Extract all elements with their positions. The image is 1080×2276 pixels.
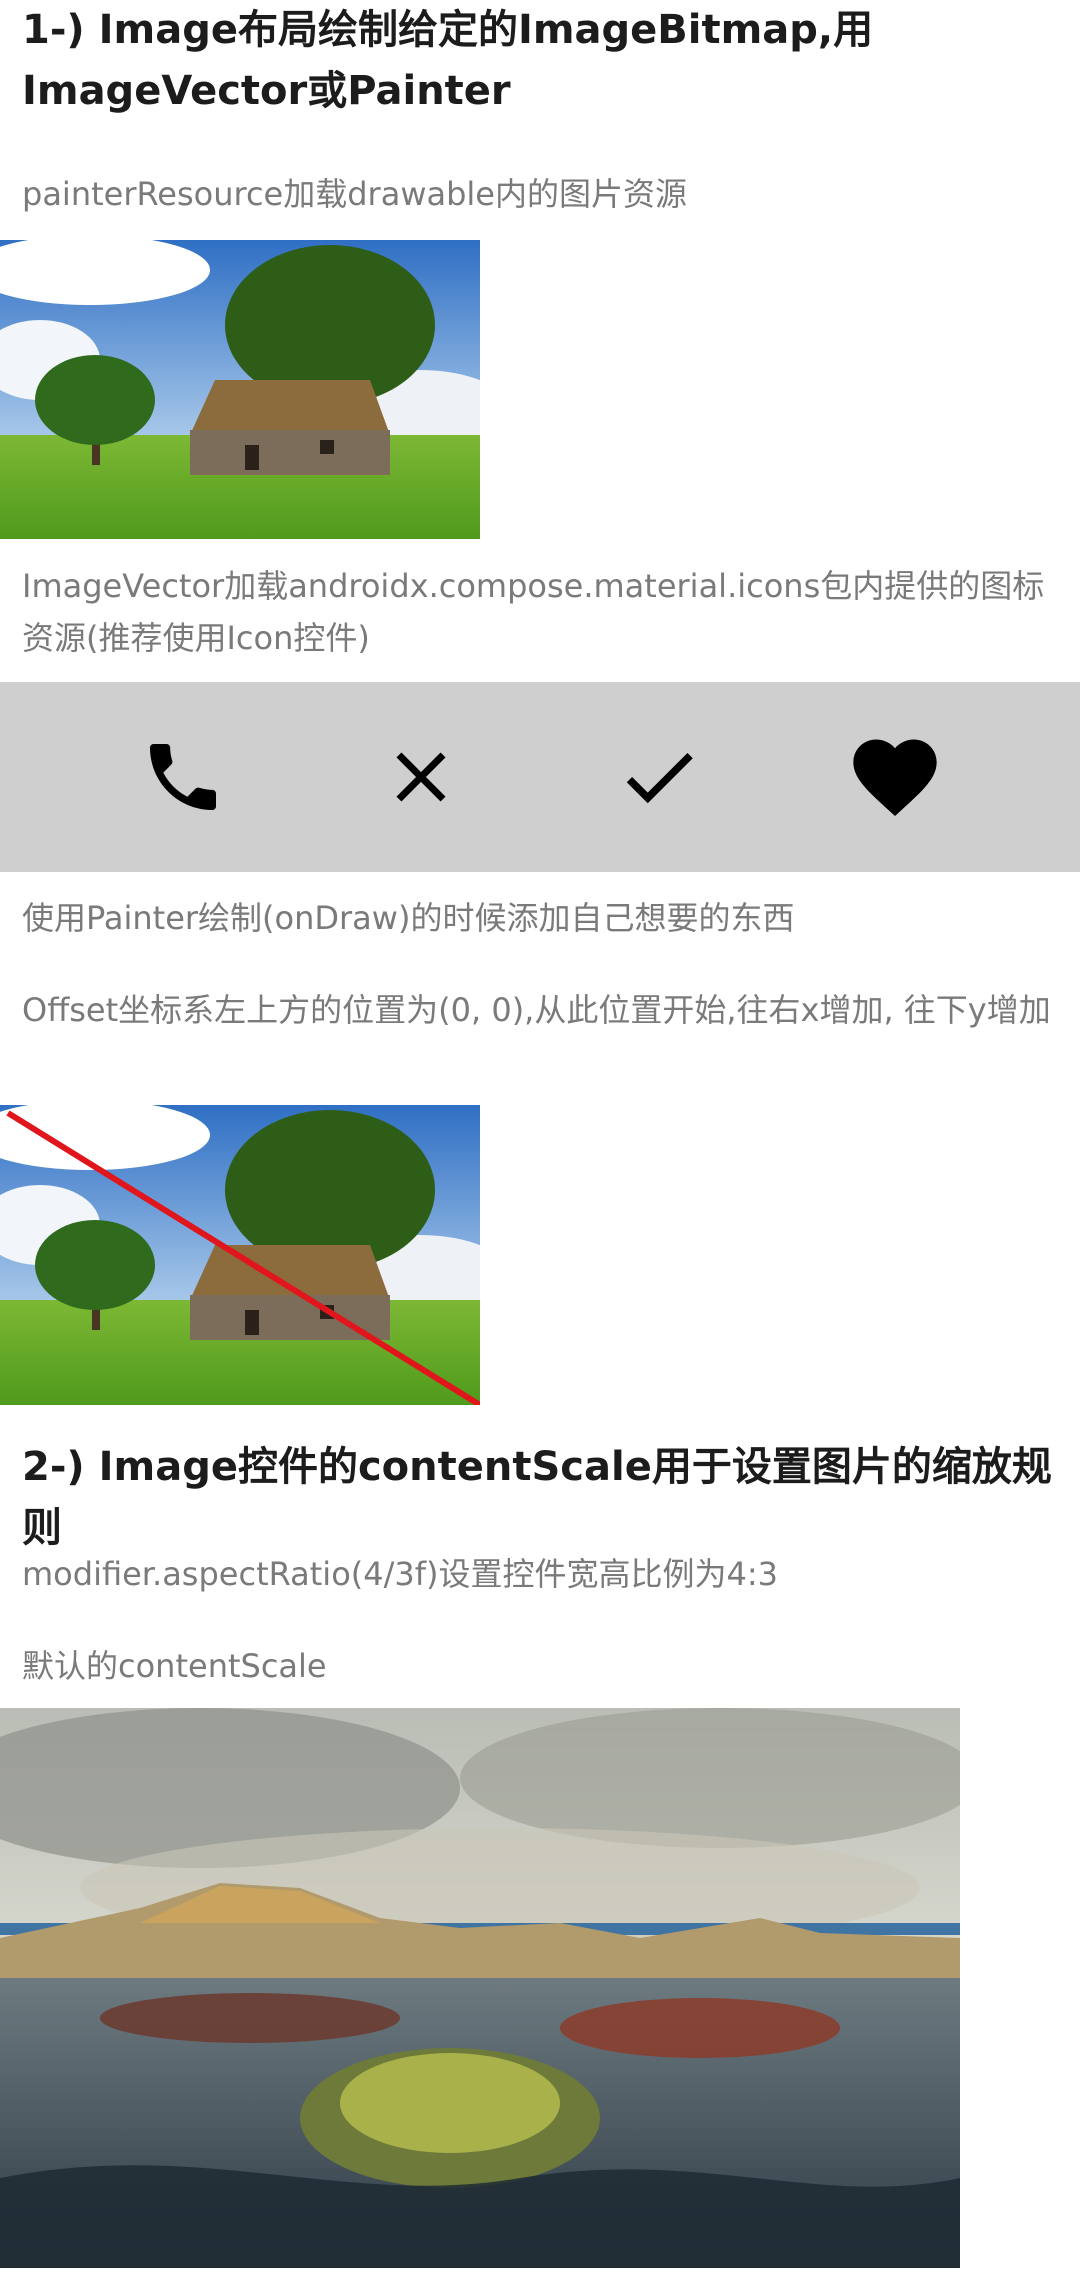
- check-icon: [609, 727, 709, 827]
- section1-number: 1-): [22, 7, 85, 53]
- offset-desc: Offset坐标系左上方的位置为(0, 0),从此位置开始,往右x增加, 往下y…: [22, 991, 1051, 1029]
- default-content-scale-desc: 默认的contentScale: [22, 1647, 327, 1685]
- heart-icon: [845, 727, 945, 827]
- section2-heading: 2-) Image控件的contentScale用于设置图片的缩放规则: [22, 1437, 1058, 1559]
- phone-icon: [133, 727, 233, 827]
- painter-resource-desc: painterResource加载drawable内的图片资源: [22, 175, 687, 213]
- image-vector-desc: ImageVector加载androidx.compose.material.i…: [22, 567, 1045, 657]
- section2-title: Image控件的contentScale用于设置图片的缩放规则: [22, 1444, 1052, 1551]
- material-icons-row: [0, 682, 1080, 872]
- section1-title: Image布局绘制给定的ImageBitmap,用ImageVector或Pai…: [22, 7, 874, 114]
- landscape-image: [0, 1708, 960, 2268]
- cottage-image-with-line: [0, 1105, 480, 1405]
- section1-heading: 1-) Image布局绘制给定的ImageBitmap,用ImageVector…: [22, 0, 1058, 122]
- section2-number: 2-): [22, 1444, 85, 1490]
- aspect-ratio-desc: modifier.aspectRatio(4/3f)设置控件宽高比例为4:3: [22, 1555, 779, 1593]
- ondraw-desc: 使用Painter绘制(onDraw)的时候添加自己想要的东西: [22, 899, 795, 937]
- cottage-image: [0, 240, 480, 539]
- close-icon: [371, 727, 471, 827]
